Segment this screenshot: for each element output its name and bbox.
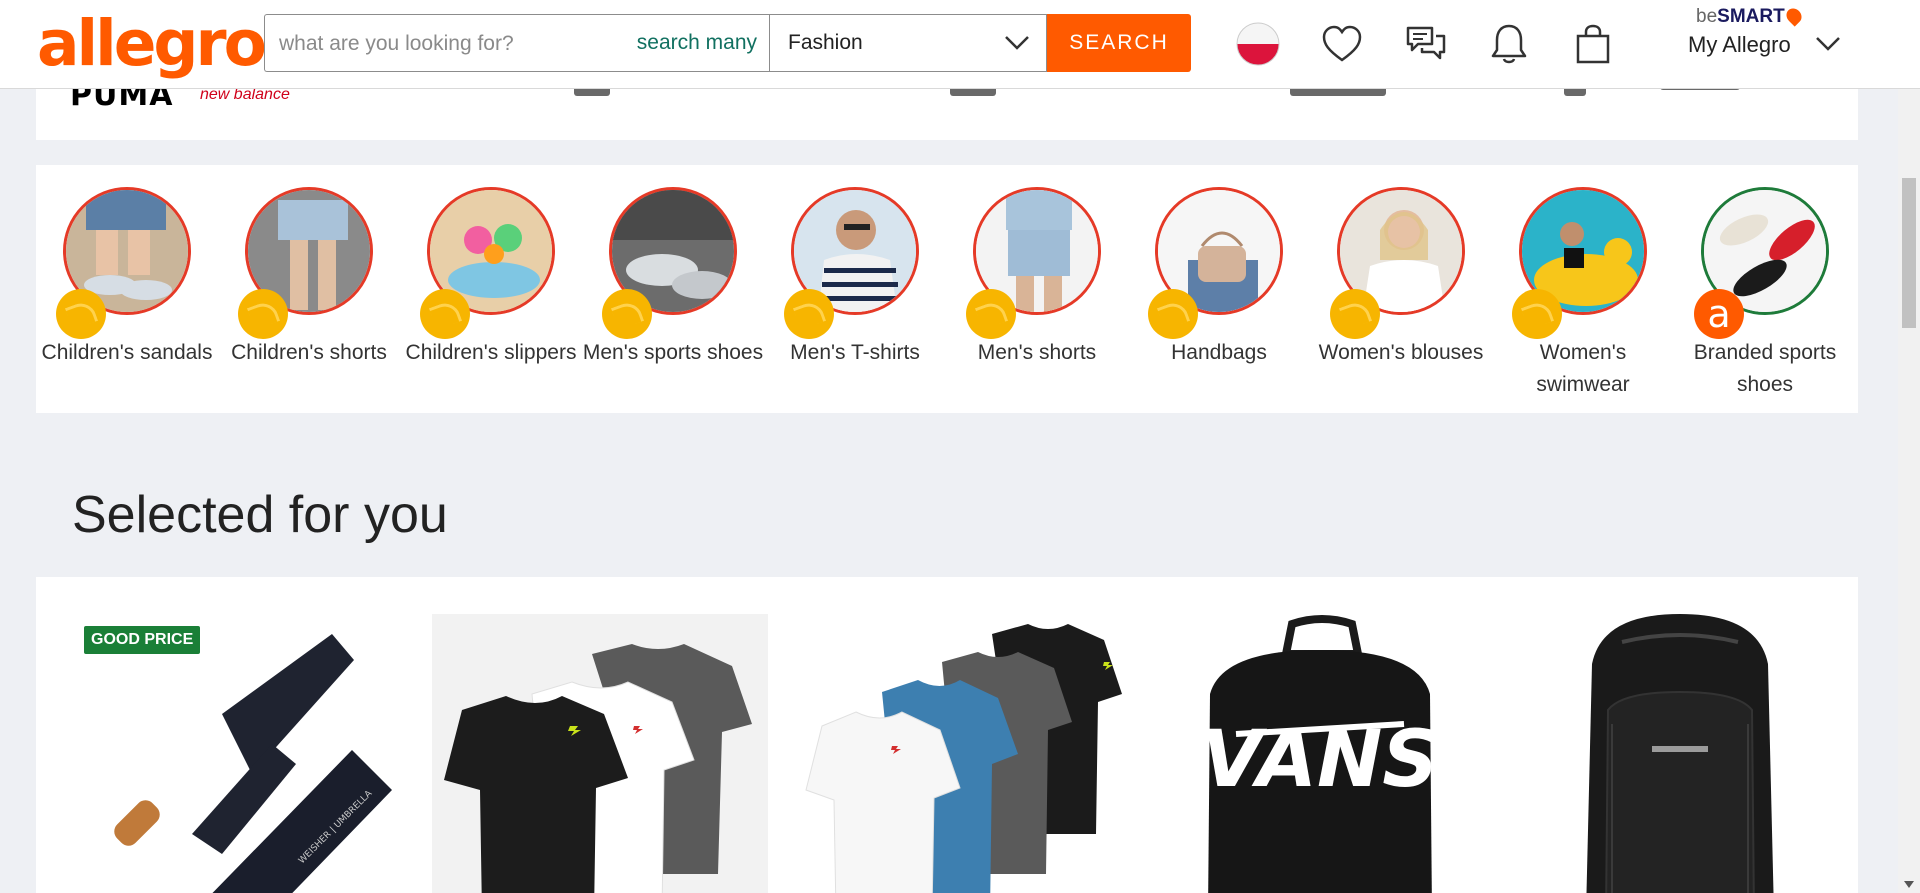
good-price-badge: GOOD PRICE — [84, 626, 201, 654]
brand-logo-fragment — [950, 88, 996, 96]
my-allegro-label[interactable]: My Allegro — [1688, 32, 1791, 58]
category-label: Children's shorts — [231, 341, 387, 364]
messages-icon[interactable] — [1404, 22, 1448, 66]
category-label: Women's swimwear — [1536, 341, 1630, 396]
category-item[interactable]: Men's T-shirts — [764, 187, 946, 369]
chevron-down-icon[interactable] — [1815, 36, 1841, 52]
brand-new-balance-logo[interactable]: new balance — [200, 88, 290, 104]
category-item[interactable]: a Branded sports shoes — [1674, 187, 1856, 401]
search-input[interactable] — [277, 15, 621, 73]
category-item[interactable]: Women's blouses — [1310, 187, 1492, 369]
category-label: Men's sports shoes — [582, 341, 764, 364]
bell-icon[interactable] — [1487, 22, 1531, 66]
category-label: Women's blouses — [1318, 341, 1484, 364]
besmart-brand: SMART — [1717, 6, 1785, 27]
category-badge-icon — [784, 289, 834, 339]
heart-icon[interactable] — [1320, 22, 1364, 66]
category-item[interactable]: Men's sports shoes — [582, 187, 764, 369]
category-carousel: Children's sandals Children's shorts Chi… — [36, 165, 1858, 413]
brand-logo-fragment — [1564, 88, 1586, 96]
shopping-bag-icon[interactable] — [1571, 22, 1615, 66]
category-item[interactable]: Children's slippers — [400, 187, 582, 369]
vertical-scrollbar[interactable] — [1898, 88, 1920, 893]
category-badge-icon — [602, 289, 652, 339]
product-card[interactable] — [432, 614, 768, 893]
poland-flag-icon[interactable] — [1236, 22, 1280, 66]
search-many-link[interactable]: search many — [637, 31, 757, 55]
category-badge-icon — [238, 289, 288, 339]
category-label: Branded sports shoes — [1693, 341, 1837, 396]
allegro-a-icon: a — [1694, 289, 1744, 339]
allegro-logo[interactable]: allegro — [37, 6, 267, 82]
category-item[interactable]: Children's sandals — [36, 187, 218, 369]
category-label: Children's slippers — [405, 341, 577, 364]
search-button[interactable]: SEARCH — [1047, 14, 1191, 72]
scrollbar-thumb[interactable] — [1902, 178, 1916, 328]
category-item[interactable]: Men's shorts — [946, 187, 1128, 369]
product-card[interactable] — [1512, 614, 1848, 893]
scroll-down-arrow-icon[interactable] — [1904, 881, 1914, 889]
besmart-badge[interactable]: beSMART — [1696, 5, 1805, 28]
product-card[interactable] — [792, 614, 1128, 893]
search-box: search many — [264, 14, 769, 73]
category-label: Men's shorts — [977, 341, 1097, 364]
category-badge-icon — [1148, 289, 1198, 339]
brand-puma-logo[interactable]: PUMA — [70, 88, 173, 113]
category-item[interactable]: Handbags — [1128, 187, 1310, 369]
category-select-value: Fashion — [788, 31, 863, 54]
category-label: Men's T-shirts — [790, 341, 920, 364]
category-badge-icon — [1330, 289, 1380, 339]
product-image: VANS — [1152, 614, 1488, 893]
brand-strip: PUMA new balance — [36, 88, 1858, 140]
category-label: Handbags — [1171, 341, 1267, 364]
product-image — [792, 614, 1128, 893]
chevron-down-icon — [1005, 36, 1029, 50]
top-bar: allegro search many Fashion SEARCH — [0, 0, 1920, 89]
besmart-dot-icon — [1783, 5, 1805, 27]
brand-logo-fragment — [574, 88, 610, 96]
category-item[interactable]: Women's swimwear — [1492, 187, 1674, 401]
product-image: WEISHER | UMBRELLA — [72, 614, 408, 893]
product-card[interactable]: WEISHER | UMBRELLA — [72, 614, 408, 893]
product-grid: GOOD PRICE WEISHER | UMBRELLA VANS — [36, 577, 1858, 893]
brand-logo-fragment — [1290, 88, 1386, 96]
besmart-prefix: be — [1696, 6, 1718, 27]
product-card[interactable]: VANS — [1152, 614, 1488, 893]
category-badge-icon — [420, 289, 470, 339]
category-item[interactable]: Children's shorts — [218, 187, 400, 369]
category-select[interactable]: Fashion — [769, 14, 1047, 72]
category-badge-icon — [966, 289, 1016, 339]
product-image — [432, 614, 768, 893]
section-title: Selected for you — [72, 486, 448, 544]
category-badge-icon — [1512, 289, 1562, 339]
product-image — [1512, 614, 1848, 893]
category-badge-icon — [56, 289, 106, 339]
category-label: Children's sandals — [41, 341, 213, 364]
